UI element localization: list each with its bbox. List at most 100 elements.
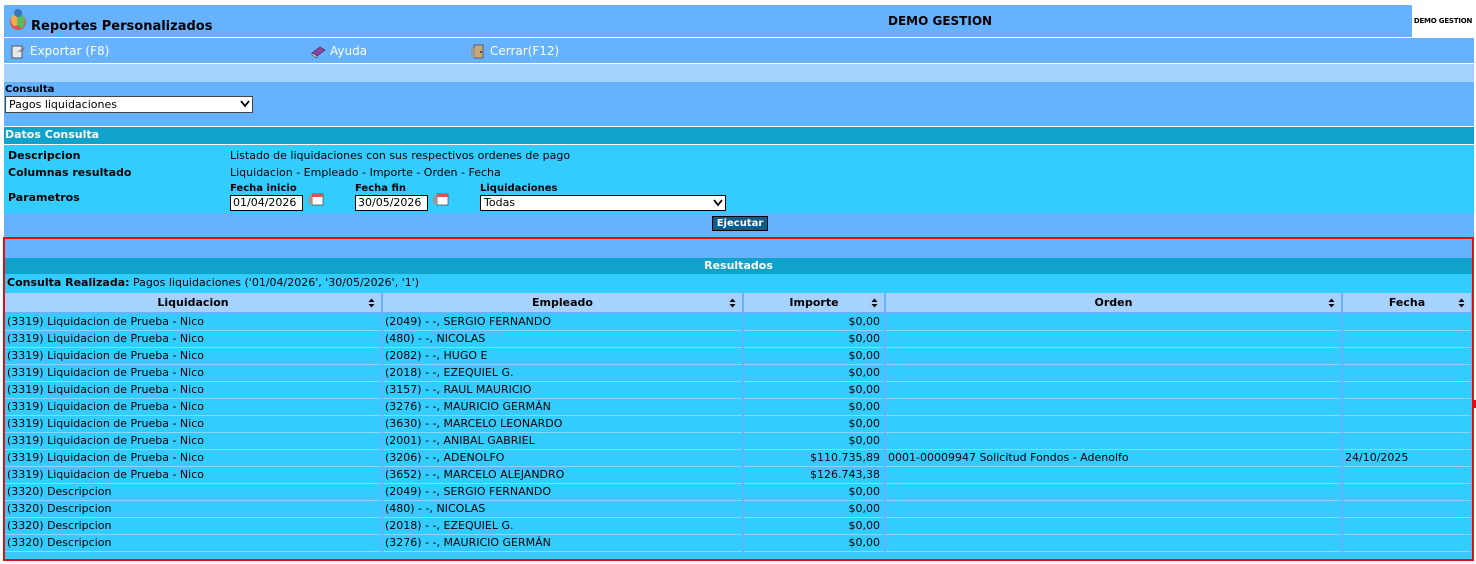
cell-fecha xyxy=(1342,347,1472,365)
cell-fecha xyxy=(1342,415,1472,433)
sort-icon[interactable] xyxy=(729,298,736,308)
cell-importe: $0,00 xyxy=(743,534,886,552)
table-row[interactable]: (3320) Descripcion (2049) - -, SERGIO FER… xyxy=(5,483,1472,501)
results-panel: Resultados Consulta Realizada: Pagos liq… xyxy=(3,237,1474,561)
col-header-fecha[interactable]: Fecha xyxy=(1342,293,1472,314)
table-row[interactable]: (3320) Descripcion (3276) - -, MAURICIO G… xyxy=(5,534,1472,552)
cell-importe: $0,00 xyxy=(743,517,886,535)
help-button[interactable]: Ayuda xyxy=(310,41,367,61)
company-name: DEMO GESTION xyxy=(888,14,993,28)
chevron-down-icon xyxy=(713,199,723,207)
cell-empleado: (480) - -, NICOLAS xyxy=(382,500,744,518)
cell-fecha xyxy=(1342,500,1472,518)
fecha-inicio-input[interactable]: 01/04/2026 xyxy=(230,195,303,211)
fecha-inicio-group: Fecha inicio 01/04/2026 xyxy=(230,183,324,211)
cell-empleado: (3206) - -, ADENOLFO xyxy=(382,449,744,467)
cell-empleado: (480) - -, NICOLAS xyxy=(382,330,744,348)
sort-icon[interactable] xyxy=(368,298,375,308)
fecha-fin-input[interactable]: 30/05/2026 xyxy=(355,195,428,211)
execute-area: Ejecutar xyxy=(4,215,1474,237)
cell-fecha xyxy=(1342,381,1472,399)
cell-empleado: (2049) - -, SERGIO FERNANDO xyxy=(382,483,744,501)
sort-icon[interactable] xyxy=(1458,298,1465,308)
cell-empleado: (3276) - -, MAURICIO GERMÁN xyxy=(382,398,744,416)
table-row[interactable]: (3319) Liquidacion de Prueba - Nico (2082… xyxy=(5,347,1472,365)
table-row[interactable]: (3319) Liquidacion de Prueba - Nico (3652… xyxy=(5,466,1472,484)
cell-orden xyxy=(885,415,1343,433)
col-header-orden[interactable]: Orden xyxy=(885,293,1343,314)
export-icon xyxy=(11,45,25,58)
table-row[interactable]: (3319) Liquidacion de Prueba - Nico (480)… xyxy=(5,330,1472,348)
export-button[interactable]: Exportar (F8) xyxy=(10,41,109,61)
fecha-inicio-label: Fecha inicio xyxy=(230,183,297,194)
cell-importe: $0,00 xyxy=(743,364,886,382)
columnas-label: Columnas resultado xyxy=(8,166,132,179)
table-row[interactable]: (3319) Liquidacion de Prueba - Nico (2018… xyxy=(5,364,1472,382)
cell-empleado: (3630) - -, MARCELO LEONARDO xyxy=(382,415,744,433)
calendar-icon[interactable] xyxy=(432,191,450,207)
table-header-row: Liquidacion Empleado Importe Orden Fecha xyxy=(5,293,1472,314)
descripcion-label: Descripcion xyxy=(8,149,81,162)
cell-orden xyxy=(885,466,1343,484)
cell-orden xyxy=(885,517,1343,535)
cell-fecha xyxy=(1342,330,1472,348)
ejecutar-button[interactable]: Ejecutar xyxy=(712,216,768,231)
consulta-realizada-value: Pagos liquidaciones ('01/04/2026', '30/0… xyxy=(133,276,420,289)
cell-fecha xyxy=(1342,534,1472,552)
cell-orden xyxy=(885,347,1343,365)
cell-liquidacion: (3319) Liquidacion de Prueba - Nico xyxy=(5,466,383,484)
close-label: Cerrar(F12) xyxy=(490,44,560,58)
cell-importe: $0,00 xyxy=(743,432,886,450)
cell-importe: $0,00 xyxy=(743,330,886,348)
cell-importe: $0,00 xyxy=(743,500,886,518)
spacer-strip xyxy=(4,64,1474,82)
table-row[interactable]: (3319) Liquidacion de Prueba - Nico (3276… xyxy=(5,398,1472,416)
table-row[interactable]: (3319) Liquidacion de Prueba - Nico (3157… xyxy=(5,381,1472,399)
cell-liquidacion: (3319) Liquidacion de Prueba - Nico xyxy=(5,415,383,433)
table-row[interactable]: (3320) Descripcion (2018) - -, EZEQUIEL G… xyxy=(5,517,1472,535)
table-row[interactable]: (3319) Liquidacion de Prueba - Nico (3206… xyxy=(5,449,1472,467)
cell-liquidacion: (3320) Descripcion xyxy=(5,517,383,535)
cell-liquidacion: (3319) Liquidacion de Prueba - Nico xyxy=(5,330,383,348)
cell-empleado: (2018) - -, EZEQUIEL G. xyxy=(382,517,744,535)
company-logo: DEMO GESTION xyxy=(1412,5,1474,37)
consulta-section: Consulta Pagos liquidaciones xyxy=(4,82,1474,126)
cell-fecha xyxy=(1342,364,1472,382)
sort-icon[interactable] xyxy=(871,298,878,308)
table-row[interactable]: (3319) Liquidacion de Prueba - Nico (3630… xyxy=(5,415,1472,433)
cell-liquidacion: (3319) Liquidacion de Prueba - Nico xyxy=(5,398,383,416)
table-row[interactable]: (3319) Liquidacion de Prueba - Nico (2001… xyxy=(5,432,1472,450)
cell-empleado: (2082) - -, HUGO E xyxy=(382,347,744,365)
col-header-liquidacion[interactable]: Liquidacion xyxy=(5,293,383,314)
cell-liquidacion: (3319) Liquidacion de Prueba - Nico xyxy=(5,432,383,450)
datos-consulta-header: Datos Consulta xyxy=(4,126,1474,144)
cell-orden xyxy=(885,500,1343,518)
cell-orden xyxy=(885,398,1343,416)
col-header-empleado[interactable]: Empleado xyxy=(382,293,744,314)
liquidaciones-selected-value: Todas xyxy=(484,196,516,209)
table-row[interactable]: (3320) Descripcion (480) - -, NICOLAS $0,0… xyxy=(5,500,1472,518)
cell-empleado: (2001) - -, ANIBAL GABRIEL xyxy=(382,432,744,450)
table-row[interactable]: (3319) Liquidacion de Prueba - Nico (2049… xyxy=(5,313,1472,331)
cell-liquidacion: (3320) Descripcion xyxy=(5,500,383,518)
calendar-icon[interactable] xyxy=(307,191,325,207)
consulta-realizada-label: Consulta Realizada: xyxy=(7,276,130,289)
cell-fecha: 24/10/2025 xyxy=(1342,449,1472,467)
cell-importe: $0,00 xyxy=(743,347,886,365)
consulta-select[interactable]: Pagos liquidaciones xyxy=(5,96,253,113)
app-logo-icon xyxy=(10,9,26,30)
cell-liquidacion: (3319) Liquidacion de Prueba - Nico xyxy=(5,313,383,331)
liquidaciones-group: Liquidaciones Todas xyxy=(480,183,726,211)
close-button[interactable]: Cerrar(F12) xyxy=(470,41,559,61)
col-header-importe[interactable]: Importe xyxy=(743,293,886,314)
liquidaciones-select[interactable]: Todas xyxy=(480,195,726,211)
export-label: Exportar (F8) xyxy=(30,44,110,58)
sort-icon[interactable] xyxy=(1328,298,1335,308)
cell-liquidacion: (3320) Descripcion xyxy=(5,483,383,501)
cell-orden xyxy=(885,364,1343,382)
cell-orden xyxy=(885,432,1343,450)
results-title: Resultados xyxy=(5,258,1472,274)
columnas-value: Liquidacion - Empleado - Importe - Orden… xyxy=(230,166,501,179)
cell-empleado: (2049) - -, SERGIO FERNANDO xyxy=(382,313,744,331)
help-book-icon xyxy=(311,46,326,59)
